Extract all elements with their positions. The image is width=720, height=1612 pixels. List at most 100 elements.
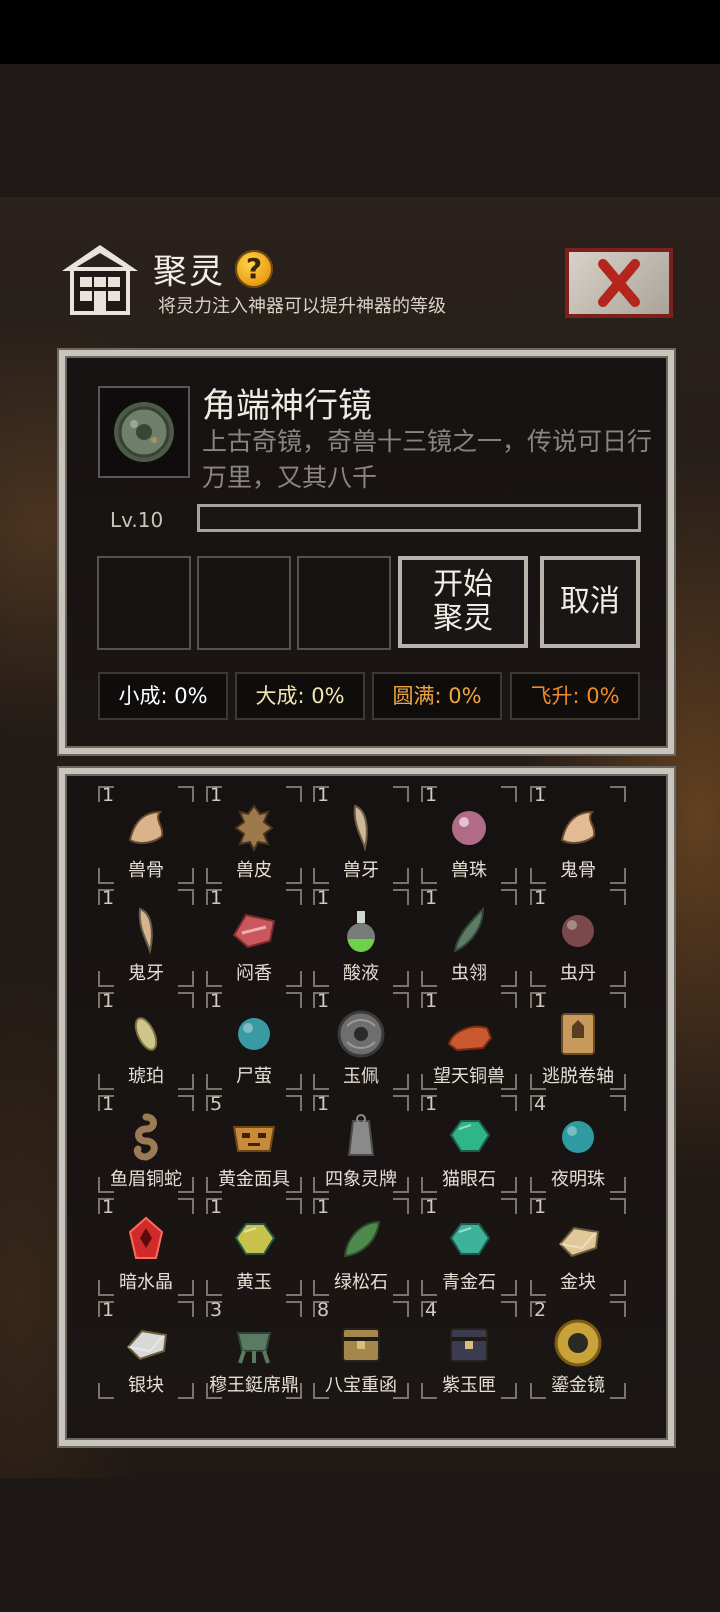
slot-corner — [178, 889, 194, 905]
item-name: 银块 — [128, 1375, 164, 1396]
inventory-item[interactable]: 1 虫丹 — [530, 887, 626, 987]
item-count: 1 — [102, 784, 115, 806]
beast-statue-icon — [443, 1008, 495, 1060]
item-count: 1 — [102, 990, 115, 1012]
inventory-item[interactable]: 4 夜明珠 — [530, 1093, 626, 1193]
inventory-item[interactable]: 1 鬼牙 — [98, 887, 194, 987]
cancel-button[interactable]: 取消 — [540, 556, 640, 648]
inventory-item[interactable]: 1 暗水晶 — [98, 1196, 194, 1296]
orb-icon — [552, 1111, 604, 1163]
item-count: 1 — [210, 887, 223, 909]
ingot-icon — [120, 1317, 172, 1369]
stat-3: 圆满: 0% — [372, 672, 502, 720]
inventory-item[interactable]: 1 鱼眉铜蛇 — [98, 1093, 194, 1193]
slot-corner — [610, 1301, 626, 1317]
item-count: 1 — [425, 887, 438, 909]
fang-icon — [120, 905, 172, 957]
slot-corner — [501, 889, 517, 905]
inventory-item[interactable]: 1 闷香 — [206, 887, 302, 987]
close-button[interactable] — [565, 248, 673, 318]
slot-corner — [393, 1301, 409, 1317]
item-name: 金块 — [560, 1272, 596, 1293]
tablet-icon — [335, 1111, 387, 1163]
jade-disc-icon — [335, 1008, 387, 1060]
slot-corner — [610, 786, 626, 802]
inventory-item[interactable]: 1 兽皮 — [206, 784, 302, 884]
inventory-item[interactable]: 1 虫翎 — [421, 887, 517, 987]
slot-corner — [501, 1198, 517, 1214]
help-icon[interactable]: ? — [235, 250, 273, 288]
item-count: 1 — [102, 1299, 115, 1321]
start-gather-button[interactable]: 开始聚灵 — [398, 556, 528, 648]
item-name: 琥珀 — [128, 1066, 164, 1087]
item-name: 兽牙 — [343, 860, 379, 881]
inventory-item[interactable]: 4 紫玉匣 — [421, 1299, 517, 1399]
inventory-item[interactable]: 2 鎏金镜 — [530, 1299, 626, 1399]
slot-corner — [610, 889, 626, 905]
item-count: 3 — [210, 1299, 223, 1321]
item-name: 黄金面具 — [218, 1169, 290, 1190]
slot-corner — [610, 1095, 626, 1111]
item-name: 鎏金镜 — [551, 1375, 605, 1396]
inventory-item[interactable]: 1 金块 — [530, 1196, 626, 1296]
inventory-item[interactable]: 1 四象灵牌 — [313, 1093, 409, 1193]
inventory-item[interactable]: 1 尸萤 — [206, 990, 302, 1090]
scroll-icon — [552, 1008, 604, 1060]
inventory-item[interactable]: 1 望天铜兽 — [421, 990, 517, 1090]
item-count: 1 — [317, 990, 330, 1012]
inventory-item[interactable]: 1 酸液 — [313, 887, 409, 987]
item-name: 八宝重函 — [325, 1375, 397, 1396]
slot-corner — [286, 786, 302, 802]
item-name: 穆王鋌席鼎 — [209, 1375, 299, 1396]
slot-corner — [178, 786, 194, 802]
inventory-item[interactable]: 1 兽骨 — [98, 784, 194, 884]
home-icon[interactable] — [58, 241, 142, 315]
gem-icon — [443, 1214, 495, 1266]
chest-icon — [335, 1317, 387, 1369]
material-slot-2[interactable] — [197, 556, 291, 650]
item-count: 1 — [317, 887, 330, 909]
item-name: 猫眼石 — [442, 1169, 496, 1190]
inventory-item[interactable]: 1 绿松石 — [313, 1196, 409, 1296]
item-count: 1 — [317, 1093, 330, 1115]
artifact-level: Lv.10 — [110, 508, 164, 532]
artifact-thumbnail — [98, 386, 190, 478]
item-name: 鬼牙 — [128, 963, 164, 984]
inventory-item[interactable]: 8 八宝重函 — [313, 1299, 409, 1399]
slot-corner — [286, 992, 302, 1008]
item-name: 尸萤 — [236, 1066, 272, 1087]
inventory-item[interactable]: 1 黄玉 — [206, 1196, 302, 1296]
page-subtitle: 将灵力注入神器可以提升神器的等级 — [158, 296, 446, 317]
inventory-item[interactable]: 1 兽牙 — [313, 784, 409, 884]
slot-corner — [610, 1198, 626, 1214]
slot-corner — [393, 889, 409, 905]
inventory-item[interactable]: 1 琥珀 — [98, 990, 194, 1090]
inventory-item[interactable]: 1 猫眼石 — [421, 1093, 517, 1193]
slot-corner — [393, 786, 409, 802]
inventory-item[interactable]: 1 玉佩 — [313, 990, 409, 1090]
item-name: 暗水晶 — [119, 1272, 173, 1293]
inventory-item[interactable]: 5 黄金面具 — [206, 1093, 302, 1193]
slot-corner — [501, 786, 517, 802]
item-count: 1 — [210, 784, 223, 806]
inventory-item[interactable]: 1 逃脱卷轴 — [530, 990, 626, 1090]
item-count: 1 — [102, 1093, 115, 1115]
material-slot-3[interactable] — [297, 556, 391, 650]
orb-icon — [228, 1008, 280, 1060]
inventory-item[interactable]: 1 鬼骨 — [530, 784, 626, 884]
material-slot-1[interactable] — [97, 556, 191, 650]
item-count: 4 — [534, 1093, 547, 1115]
item-count: 1 — [102, 887, 115, 909]
pearl-icon — [443, 802, 495, 854]
gem-icon — [228, 1214, 280, 1266]
level-progress-bar — [197, 504, 641, 532]
inventory-item[interactable]: 1 银块 — [98, 1299, 194, 1399]
slot-corner — [393, 992, 409, 1008]
inventory-item[interactable]: 1 兽珠 — [421, 784, 517, 884]
slot-corner — [286, 1198, 302, 1214]
item-count: 1 — [317, 784, 330, 806]
inventory-item[interactable]: 1 青金石 — [421, 1196, 517, 1296]
mirror-icon — [114, 402, 174, 462]
inventory-item[interactable]: 3 穆王鋌席鼎 — [206, 1299, 302, 1399]
chest-icon — [443, 1317, 495, 1369]
